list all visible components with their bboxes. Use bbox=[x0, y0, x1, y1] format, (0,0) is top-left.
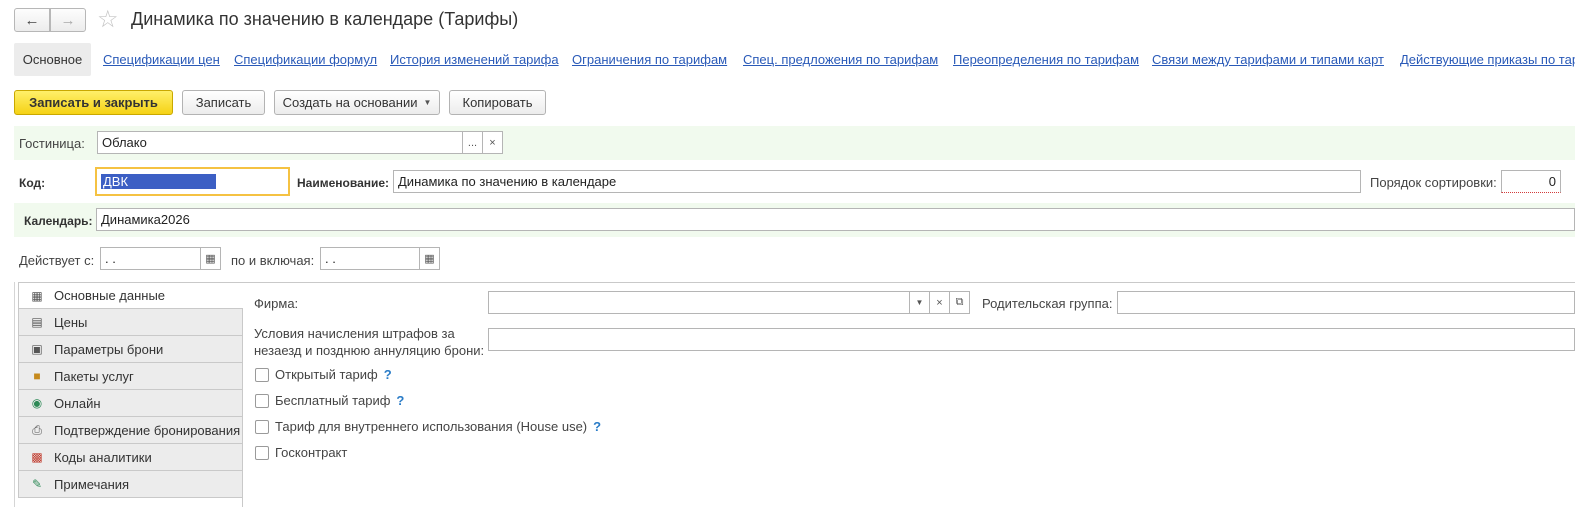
section-link-tariff-limits[interactable]: Ограничения по тарифам bbox=[572, 52, 727, 67]
hotel-field[interactable]: Облако bbox=[97, 131, 463, 154]
section-link-price-specs[interactable]: Спецификации цен bbox=[103, 52, 220, 67]
tab-booking-confirmation[interactable]: ⎙ Подтверждение бронирования bbox=[18, 417, 243, 444]
page-title: Динамика по значению в календаре (Тарифы… bbox=[131, 9, 519, 29]
vertical-tabs: ▦ Основные данные ▤ Цены ▣ Параметры бро… bbox=[18, 282, 243, 498]
printer-icon: ⎙ bbox=[32, 422, 42, 437]
create-based-on-button[interactable]: Создать на основании ▼ bbox=[274, 90, 440, 115]
parent-group-label: Родительская группа: bbox=[982, 296, 1113, 311]
code-field[interactable]: ДВК bbox=[95, 167, 290, 196]
star-icon[interactable]: ☆ bbox=[97, 5, 119, 35]
create-based-on-label: Создать на основании bbox=[282, 95, 418, 110]
valid-to-field[interactable]: . . bbox=[320, 247, 420, 270]
online-icon: ◉ bbox=[31, 396, 43, 410]
hotel-select-button[interactable]: ... bbox=[462, 131, 483, 154]
tab-prices[interactable]: ▤ Цены bbox=[18, 309, 243, 336]
help-icon[interactable]: ? bbox=[396, 393, 404, 408]
state-contract-checkbox[interactable] bbox=[255, 446, 269, 460]
tab-booking-params[interactable]: ▣ Параметры брони bbox=[18, 336, 243, 363]
hotel-label: Гостиница: bbox=[19, 136, 85, 151]
tab-main-data[interactable]: ▦ Основные данные bbox=[18, 282, 243, 309]
save-and-close-button[interactable]: Записать и закрыть bbox=[14, 90, 173, 115]
arrow-left-icon: ← bbox=[24, 11, 40, 29]
save-button[interactable]: Записать bbox=[182, 90, 265, 115]
house-use-checkbox[interactable] bbox=[255, 420, 269, 434]
open-window-icon: ⧉ bbox=[955, 296, 964, 308]
firm-dropdown-button[interactable]: ▼ bbox=[909, 291, 930, 314]
firm-field[interactable] bbox=[488, 291, 910, 314]
code-value: ДВК bbox=[101, 174, 216, 189]
tab-label: Основные данные bbox=[54, 288, 166, 303]
close-icon: × bbox=[489, 136, 496, 149]
bar-chart-icon: ▩ bbox=[31, 450, 43, 464]
name-label: Наименование: bbox=[297, 176, 390, 190]
panel-top-border bbox=[243, 282, 1575, 283]
calendar-icon: ▦ bbox=[205, 253, 216, 265]
free-tariff-label: Бесплатный тариф? bbox=[275, 393, 404, 408]
help-icon[interactable]: ? bbox=[593, 419, 601, 434]
free-tariff-text: Бесплатный тариф bbox=[275, 393, 391, 408]
calendar-label: Календарь: bbox=[24, 214, 93, 228]
calendar-field[interactable]: Динамика2026 bbox=[96, 208, 1575, 231]
tab-analytics-codes[interactable]: ▩ Коды аналитики bbox=[18, 444, 243, 471]
calendar-icon: ▦ bbox=[424, 253, 435, 265]
code-label: Код: bbox=[19, 176, 46, 190]
valid-to-calendar-button[interactable]: ▦ bbox=[419, 247, 440, 270]
document-icon: ▣ bbox=[31, 342, 43, 356]
parent-group-field[interactable] bbox=[1117, 291, 1575, 314]
section-link-card-links[interactable]: Связи между тарифами и типами карт bbox=[1152, 52, 1384, 67]
valid-from-calendar-button[interactable]: ▦ bbox=[200, 247, 221, 270]
firm-open-button[interactable]: ⧉ bbox=[949, 291, 970, 314]
firm-clear-button[interactable]: × bbox=[929, 291, 950, 314]
section-link-overrides[interactable]: Переопределения по тарифам bbox=[953, 52, 1139, 67]
tab-label: Онлайн bbox=[54, 395, 101, 411]
section-link-orders[interactable]: Действующие приказы по тарифам bbox=[1400, 52, 1575, 67]
tab-label: Коды аналитики bbox=[54, 449, 152, 465]
ellipsis-icon: ... bbox=[467, 136, 478, 149]
package-icon: ■ bbox=[33, 369, 41, 383]
form-left-edge bbox=[14, 282, 15, 507]
help-icon[interactable]: ? bbox=[384, 367, 392, 382]
penalty-conditions-field[interactable] bbox=[488, 328, 1575, 351]
tab-label: Примечания bbox=[54, 476, 130, 492]
section-link-tariff-history[interactable]: История изменений тарифа bbox=[390, 52, 559, 67]
valid-to-label: по и включая: bbox=[231, 253, 315, 268]
penalty-label-line2: незаезд и позднюю аннуляцию брони: bbox=[254, 343, 485, 358]
state-contract-label: Госконтракт bbox=[275, 445, 348, 460]
tab-online[interactable]: ◉ Онлайн bbox=[18, 390, 243, 417]
open-tariff-checkbox[interactable] bbox=[255, 368, 269, 382]
sort-order-field[interactable]: 0 bbox=[1501, 170, 1561, 193]
open-tariff-label: Открытый тариф? bbox=[275, 367, 392, 382]
sort-order-label: Порядок сортировки: bbox=[1370, 175, 1497, 190]
chevron-down-icon: ▼ bbox=[915, 298, 924, 307]
section-main[interactable]: Основное bbox=[14, 43, 91, 76]
tab-label: Пакеты услуг bbox=[54, 368, 134, 384]
tab-service-packages[interactable]: ■ Пакеты услуг bbox=[18, 363, 243, 390]
copy-button[interactable]: Копировать bbox=[449, 90, 546, 115]
cash-register-icon: ▤ bbox=[31, 315, 43, 329]
tab-label: Цены bbox=[54, 314, 88, 330]
hotel-clear-button[interactable]: × bbox=[482, 131, 503, 154]
close-icon: × bbox=[936, 296, 943, 309]
section-link-formula-specs[interactable]: Спецификации формул bbox=[234, 52, 377, 67]
house-use-text: Тариф для внутреннего использования (Hou… bbox=[275, 419, 588, 434]
tab-label: Параметры брони bbox=[54, 341, 164, 357]
pencil-icon: ✎ bbox=[31, 477, 43, 491]
section-link-special-offers[interactable]: Спец. предложения по тарифам bbox=[743, 52, 938, 67]
valid-from-field[interactable]: . . bbox=[100, 247, 201, 270]
tab-label: Подтверждение бронирования bbox=[54, 422, 241, 438]
house-use-label: Тариф для внутреннего использования (Hou… bbox=[275, 419, 601, 434]
name-field[interactable]: Динамика по значению в календаре bbox=[393, 170, 1361, 193]
arrow-right-icon: → bbox=[60, 11, 76, 29]
firm-label: Фирма: bbox=[254, 296, 299, 311]
penalty-label-line1: Условия начисления штрафов за bbox=[254, 326, 455, 341]
forward-button[interactable]: → bbox=[50, 8, 86, 32]
tab-notes[interactable]: ✎ Примечания bbox=[18, 471, 243, 498]
chevron-down-icon: ▼ bbox=[423, 98, 432, 107]
valid-from-label: Действует с: bbox=[19, 253, 95, 268]
back-button[interactable]: ← bbox=[14, 8, 50, 32]
open-tariff-text: Открытый тариф bbox=[275, 367, 378, 382]
free-tariff-checkbox[interactable] bbox=[255, 394, 269, 408]
table-icon: ▦ bbox=[31, 288, 43, 303]
